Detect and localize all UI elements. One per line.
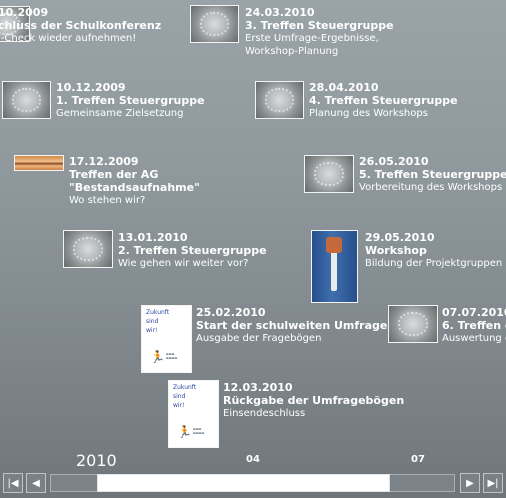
- event-desc: Vorbereitung des Workshops: [359, 182, 503, 193]
- event-title: 6. Treffen d: [442, 319, 506, 332]
- event-desc: Wo stehen wir?: [69, 195, 146, 206]
- event-7-image[interactable]: [311, 230, 358, 303]
- prev-button[interactable]: ◀: [26, 473, 46, 493]
- event-3[interactable]: 28.04.2010 4. Treffen Steuergruppe Planu…: [309, 81, 458, 120]
- event-desc: Bildung der Projektgruppen: [365, 258, 503, 269]
- first-button[interactable]: |◀: [3, 473, 23, 493]
- event-title: 4. Treffen Steuergruppe: [309, 94, 458, 107]
- event-date: 12.03.2010: [223, 381, 293, 394]
- event-desc: Gemeinsame Zielsetzung: [56, 108, 184, 119]
- event-date: 13.01.2010: [118, 231, 188, 244]
- next-button[interactable]: ▶: [460, 473, 480, 493]
- paper-line3: wir!: [173, 402, 185, 409]
- runner-icon: 🏃: [150, 350, 165, 364]
- event-6[interactable]: 13.01.2010 2. Treffen Steuergruppe Wie g…: [118, 231, 267, 270]
- first-icon: |◀: [7, 477, 19, 489]
- event-title: chluss der Schulkonferenz: [0, 19, 162, 32]
- event-title: Start der schulweiten Umfrage: [196, 319, 388, 332]
- event-5-image[interactable]: [304, 155, 354, 193]
- event-title: 3. Treffen Steuergruppe: [245, 19, 394, 32]
- event-title: Treffen der AG: [69, 168, 159, 181]
- paper-line2: sind: [146, 318, 159, 325]
- event-9[interactable]: 07.07.2010 6. Treffen d Auswertung d: [442, 306, 506, 345]
- event-title: 5. Treffen Steuergruppe: [359, 168, 506, 181]
- paper-fineprint: ▬▬▬ ▬▬▬▬: [166, 352, 178, 360]
- event-desc: Auswertung d: [442, 333, 506, 344]
- scroll-thumb[interactable]: [97, 474, 390, 492]
- event-1[interactable]: 24.03.2010 3. Treffen Steuergruppe Erste…: [245, 6, 394, 58]
- timeline-tick-04: 04: [246, 454, 260, 465]
- event-1-image[interactable]: [190, 5, 239, 43]
- event-desc: l-Check wieder aufnehmen!: [0, 33, 137, 44]
- event-3-image[interactable]: [255, 81, 304, 119]
- paper-line2: sind: [173, 393, 186, 400]
- event-desc: Erste Umfrage-Ergebnisse,: [245, 33, 379, 44]
- event-4[interactable]: 17.12.2009 Treffen der AG "Bestandsaufna…: [69, 155, 200, 207]
- event-10-image[interactable]: Zukunft sind wir! 🏃 ▬▬▬ ▬▬▬▬: [168, 380, 219, 448]
- prev-icon: ◀: [32, 477, 40, 489]
- event-date: 28.04.2010: [309, 81, 379, 94]
- last-icon: ▶|: [487, 477, 499, 489]
- event-6-image[interactable]: [63, 230, 113, 268]
- event-desc: Einsendeschluss: [223, 408, 306, 419]
- event-date: 10.2009: [0, 6, 49, 19]
- event-title: 1. Treffen Steuergruppe: [56, 94, 205, 107]
- next-icon: ▶: [466, 477, 474, 489]
- paper-line1: Zukunft: [146, 309, 170, 316]
- paper-line3: wir!: [146, 327, 158, 334]
- event-4-image[interactable]: [14, 155, 64, 171]
- event-9-image[interactable]: [388, 305, 438, 343]
- timeline-tick-07: 07: [411, 454, 425, 465]
- event-10[interactable]: 12.03.2010 Rückgabe der Umfragebögen Ein…: [223, 381, 404, 420]
- event-date: 29.05.2010: [365, 231, 435, 244]
- event-title: Workshop: [365, 244, 427, 257]
- event-title: 2. Treffen Steuergruppe: [118, 244, 267, 257]
- event-date: 07.07.2010: [442, 306, 506, 319]
- event-date: 26.05.2010: [359, 155, 429, 168]
- event-date: 25.02.2010: [196, 306, 266, 319]
- runner-icon: 🏃: [177, 425, 192, 439]
- event-date: 24.03.2010: [245, 6, 315, 19]
- event-desc-2: Workshop-Planung: [245, 46, 339, 57]
- event-desc: Planung des Workshops: [309, 108, 428, 119]
- timeline-year: 2010: [76, 451, 117, 470]
- event-5[interactable]: 26.05.2010 5. Treffen Steuergruppe Vorbe…: [359, 155, 506, 194]
- event-7[interactable]: 29.05.2010 Workshop Bildung der Projektg…: [365, 231, 502, 270]
- event-title-2: "Bestandsaufnahme": [69, 181, 200, 194]
- event-title: Rückgabe der Umfragebögen: [223, 394, 405, 407]
- event-0[interactable]: 10.2009 chluss der Schulkonferenz l-Chec…: [0, 6, 161, 45]
- event-desc: Ausgabe der Fragebögen: [196, 333, 322, 344]
- event-date: 17.12.2009: [69, 155, 139, 168]
- event-2[interactable]: 10.12.2009 1. Treffen Steuergruppe Gemei…: [56, 81, 205, 120]
- paper-fineprint: ▬▬▬ ▬▬▬▬: [193, 427, 205, 435]
- event-date: 10.12.2009: [56, 81, 126, 94]
- event-2-image[interactable]: [2, 81, 51, 119]
- last-button[interactable]: ▶|: [483, 473, 503, 493]
- paper-line1: Zukunft: [173, 384, 197, 391]
- event-8-image[interactable]: Zukunft sind wir! 🏃 ▬▬▬ ▬▬▬▬: [141, 305, 192, 373]
- event-desc: Wie gehen wir weiter vor?: [118, 258, 249, 269]
- event-8[interactable]: 25.02.2010 Start der schulweiten Umfrage…: [196, 306, 387, 345]
